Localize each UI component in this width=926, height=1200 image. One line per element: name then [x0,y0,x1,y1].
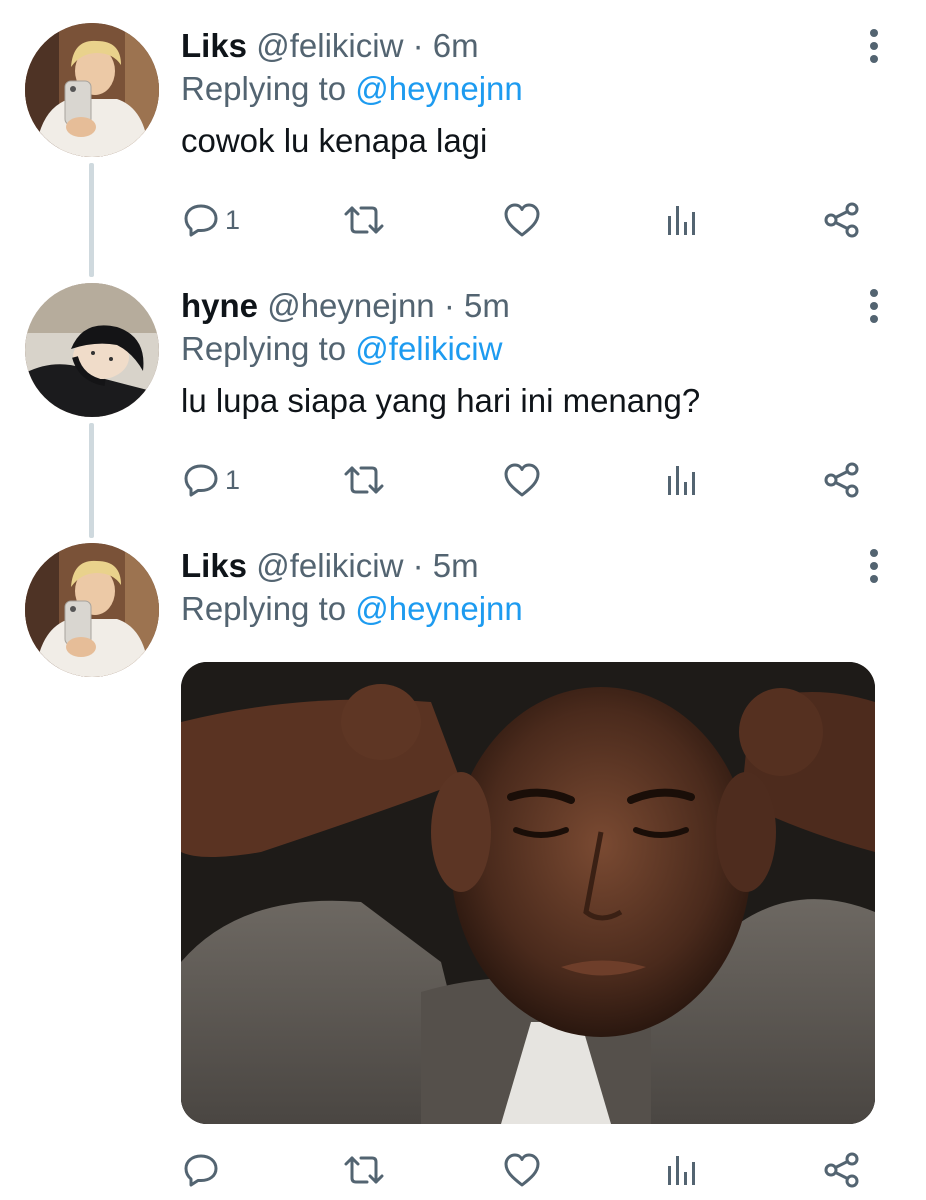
tweet-text: cowok lu kenapa lagi [181,122,488,159]
replying-to-label: Replying to [181,590,347,627]
retweet-icon [343,1152,385,1188]
separator-dot: · [443,287,455,324]
views-button[interactable] [665,195,697,245]
replying-to-handle[interactable]: @felikiciw [355,330,502,367]
tweet-header: Liks @felikiciw · 5m [181,545,886,587]
reply-count: 1 [225,464,241,495]
timestamp[interactable]: 5m [433,547,479,584]
retweet-button[interactable] [343,195,385,245]
tweet-body: hyne @heynejnn · 5m Replying to @felikic… [181,285,886,423]
tweet-actions: 1 [181,195,871,245]
user-handle[interactable]: @heynejnn [267,287,434,324]
like-button[interactable] [503,1145,541,1195]
replying-to-label: Replying to [181,330,347,367]
avatar[interactable] [25,543,159,677]
retweet-icon [343,202,385,238]
tweet-header: Liks @felikiciw · 6m [181,25,886,67]
reply-button[interactable] [183,1145,219,1195]
display-name[interactable]: hyne [181,287,258,324]
reply-button[interactable]: 1 [183,195,240,245]
share-button[interactable] [823,195,861,245]
reply-icon [183,202,219,238]
heart-icon [503,1152,541,1188]
share-icon [823,201,861,239]
retweet-icon [343,462,385,498]
views-button[interactable] [665,455,697,505]
retweet-button[interactable] [343,455,385,505]
tweet-media-photo[interactable] [181,662,875,1124]
replying-to: Replying to @felikiciw [181,328,886,370]
like-button[interactable] [503,455,541,505]
display-name[interactable]: Liks [181,547,247,584]
like-button[interactable] [503,195,541,245]
share-icon [823,1151,861,1189]
replying-to: Replying to @heynejnn [181,588,886,630]
analytics-icon [665,462,697,498]
avatar[interactable] [25,283,159,417]
tweet-header: hyne @heynejnn · 5m [181,285,886,327]
separator-dot: · [412,547,424,584]
more-vertical-icon[interactable] [866,548,882,584]
replying-to: Replying to @heynejnn [181,68,886,110]
separator-dot: · [412,27,424,64]
share-button[interactable] [823,455,861,505]
more-vertical-icon[interactable] [866,288,882,324]
display-name[interactable]: Liks [181,27,247,64]
avatar[interactable] [25,23,159,157]
tweet-body: Liks @felikiciw · 6m Replying to @heynej… [181,25,886,163]
retweet-button[interactable] [343,1145,385,1195]
user-handle[interactable]: @felikiciw [256,547,403,584]
replying-to-handle[interactable]: @heynejnn [355,590,522,627]
tweet-actions: 1 [181,455,871,505]
heart-icon [503,202,541,238]
reply-icon [183,462,219,498]
reply-button[interactable]: 1 [183,455,240,505]
analytics-icon [665,1152,697,1188]
replying-to-handle[interactable]: @heynejnn [355,70,522,107]
share-icon [823,461,861,499]
timestamp[interactable]: 6m [433,27,479,64]
share-button[interactable] [823,1145,861,1195]
tweet[interactable]: Liks @felikiciw · 6m Replying to @heynej… [0,0,926,270]
tweet-actions [181,1145,871,1195]
tweet-text: lu lupa siapa yang hari ini menang? [181,382,701,419]
replying-to-label: Replying to [181,70,347,107]
reply-icon [183,1152,219,1188]
heart-icon [503,462,541,498]
views-button[interactable] [665,1145,697,1195]
analytics-icon [665,202,697,238]
timestamp[interactable]: 5m [464,287,510,324]
tweet-body: Liks @felikiciw · 5m Replying to @heynej… [181,545,886,630]
tweet-thread: Liks @felikiciw · 6m Replying to @heynej… [0,0,926,1200]
user-handle[interactable]: @felikiciw [256,27,403,64]
more-vertical-icon[interactable] [866,28,882,64]
tweet[interactable]: hyne @heynejnn · 5m Replying to @felikic… [0,270,926,530]
reply-count: 1 [225,204,241,235]
